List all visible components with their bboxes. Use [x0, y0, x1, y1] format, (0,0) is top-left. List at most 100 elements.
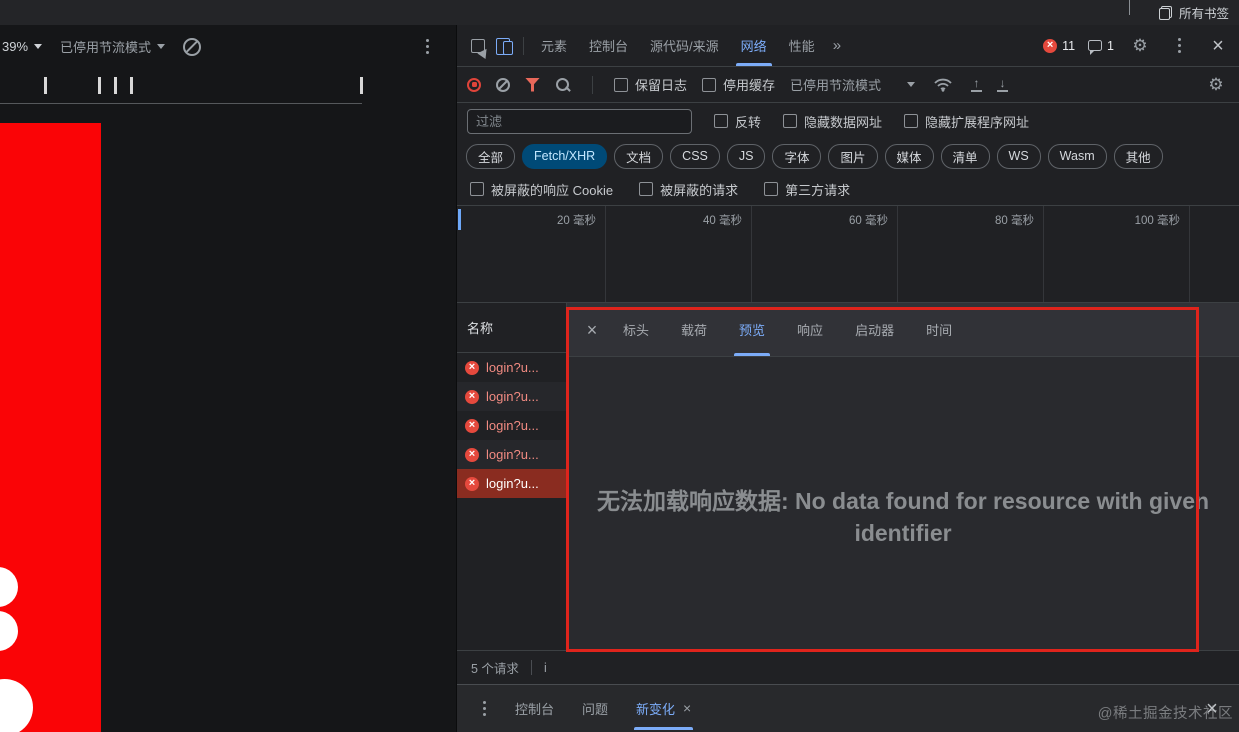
request-name: login?u... — [486, 476, 539, 491]
ruler-tick — [130, 77, 133, 94]
record-network-log-button[interactable] — [467, 77, 481, 92]
preserve-log-checkbox[interactable]: 保留日志 — [614, 75, 687, 94]
invert-filter-checkbox[interactable]: 反转 — [714, 112, 761, 131]
details-tab-preview[interactable]: 预览 — [725, 303, 779, 356]
filter-toggle-button[interactable] — [525, 77, 540, 92]
tab-network[interactable]: 网络 — [730, 25, 778, 66]
filter-chip-manifest[interactable]: 清单 — [940, 143, 990, 169]
details-tab-headers[interactable]: 标头 — [609, 303, 663, 356]
drawer-tab-label: 控制台 — [515, 702, 555, 717]
disable-cache-checkbox[interactable]: 停用缓存 — [702, 75, 775, 94]
error-count-badge[interactable]: 11 — [1043, 38, 1075, 53]
name-column-header[interactable]: 名称 — [457, 303, 566, 353]
close-details-button[interactable] — [579, 317, 605, 343]
tab-label: 控制台 — [589, 39, 629, 54]
tabbar-right-group: 11 1 — [1043, 33, 1231, 59]
filter-chip-wasm[interactable]: Wasm — [1047, 143, 1107, 169]
timeline-tick-label: 20 毫秒 — [557, 215, 596, 227]
third-party-checkbox[interactable]: 第三方请求 — [764, 180, 850, 199]
details-tab-timing[interactable]: 时间 — [912, 303, 966, 356]
hide-extension-urls-checkbox[interactable]: 隐藏扩展程序网址 — [904, 112, 1029, 131]
details-tab-response[interactable]: 响应 — [783, 303, 837, 356]
filter-chip-js[interactable]: JS — [726, 143, 766, 169]
tab-sources[interactable]: 源代码/来源 — [639, 25, 730, 66]
network-settings-button[interactable] — [1203, 72, 1229, 98]
more-tabs-button[interactable]: » — [826, 25, 848, 66]
error-icon — [465, 476, 479, 491]
request-row-selected[interactable]: login?u... — [457, 469, 566, 498]
blocked-filter-row: 被屏蔽的响应 Cookie 被屏蔽的请求 第三方请求 — [457, 173, 1239, 206]
details-tab-payload[interactable]: 载荷 — [667, 303, 721, 356]
filter-input[interactable] — [467, 108, 692, 134]
clear-network-log-button[interactable] — [496, 77, 510, 92]
import-har-button[interactable] — [971, 78, 983, 92]
filter-chip-css[interactable]: CSS — [670, 143, 720, 169]
request-row[interactable]: login?u... — [457, 353, 566, 382]
preserve-log-label: 保留日志 — [635, 78, 688, 93]
drawer-tab-issues[interactable]: 问题 — [572, 693, 618, 724]
request-row[interactable]: login?u... — [457, 411, 566, 440]
throttling-value: 已停用节流模式 — [790, 78, 882, 93]
filter-chip-other[interactable]: 其他 — [1113, 143, 1163, 169]
zoom-select[interactable]: 39% — [2, 39, 43, 54]
blocked-requests-checkbox[interactable]: 被屏蔽的请求 — [639, 180, 738, 199]
throttling-disabled-icon — [183, 37, 202, 56]
timeline-gridline — [1189, 206, 1190, 302]
browser-top-strip: 所有书签 — [0, 0, 1239, 25]
network-filter-row: 反转 隐藏数据网址 隐藏扩展程序网址 — [457, 103, 1239, 139]
devtools-tabbar: 元素 控制台 源代码/来源 网络 性能 » 11 1 — [457, 25, 1239, 67]
details-tabbar: 标头 载荷 预览 响应 启动器 时间 — [567, 303, 1239, 357]
filter-chip-media[interactable]: 媒体 — [884, 143, 934, 169]
network-overview-timeline[interactable]: 20 毫秒 40 毫秒 60 毫秒 80 毫秒 100 毫秒 — [457, 206, 1239, 303]
toolbar-divider — [523, 36, 524, 55]
filter-chip-img[interactable]: 图片 — [828, 143, 878, 169]
resource-type-chips: 全部 Fetch/XHR 文档 CSS JS 字体 图片 媒体 清单 WS Wa… — [457, 139, 1239, 173]
vertical-dots-icon — [1177, 44, 1181, 47]
drawer-tab-whats-new[interactable]: 新变化 — [626, 693, 701, 730]
details-tab-initiator[interactable]: 启动器 — [841, 303, 908, 356]
tab-label: 性能 — [788, 39, 815, 54]
filter-chip-fetch-xhr[interactable]: Fetch/XHR — [522, 143, 608, 169]
toggle-device-toolbar-button[interactable] — [491, 33, 517, 59]
tab-elements[interactable]: 元素 — [530, 25, 578, 66]
request-row[interactable]: login?u... — [457, 440, 566, 469]
search-button[interactable] — [555, 77, 571, 93]
ruler-line — [0, 103, 362, 104]
ruler-tick — [114, 77, 117, 94]
page-shape — [0, 679, 33, 732]
close-tab-icon[interactable] — [683, 701, 691, 716]
filter-chip-ws[interactable]: WS — [996, 143, 1041, 169]
network-throttling-select[interactable]: 已停用节流模式 — [790, 75, 916, 94]
error-icon — [465, 447, 479, 462]
drawer-menu-button[interactable] — [471, 696, 497, 722]
ruler-tick — [44, 77, 47, 94]
settings-button[interactable] — [1127, 33, 1153, 59]
close-devtools-button[interactable] — [1205, 33, 1231, 59]
tab-console[interactable]: 控制台 — [578, 25, 639, 66]
export-har-button[interactable] — [997, 78, 1009, 92]
inspect-element-button[interactable] — [465, 33, 491, 59]
invert-label: 反转 — [735, 114, 762, 130]
network-toolbar: 保留日志 停用缓存 已停用节流模式 — [457, 67, 1239, 103]
hide-data-urls-checkbox[interactable]: 隐藏数据网址 — [783, 112, 882, 131]
drawer-tab-label: 新变化 — [636, 702, 676, 717]
drawer-tab-console[interactable]: 控制台 — [505, 693, 564, 724]
chevron-down-icon — [157, 44, 166, 49]
filter-chip-doc[interactable]: 文档 — [614, 143, 664, 169]
network-conditions-button[interactable] — [930, 72, 956, 98]
request-name: login?u... — [486, 360, 539, 375]
device-throttling-select[interactable]: 已停用节流模式 — [60, 37, 166, 56]
devtools-menu-button[interactable] — [1166, 33, 1192, 59]
issue-count-badge[interactable]: 1 — [1088, 39, 1114, 55]
blocked-cookies-checkbox[interactable]: 被屏蔽的响应 Cookie — [470, 180, 613, 199]
filter-chip-font[interactable]: 字体 — [772, 143, 822, 169]
timeline-tick-label: 80 毫秒 — [995, 215, 1034, 227]
checkbox-icon — [714, 114, 728, 128]
filter-chip-all[interactable]: 全部 — [466, 143, 516, 169]
status-divider — [530, 660, 532, 675]
device-toolbar-menu-button[interactable] — [416, 36, 438, 58]
zoom-value: 39% — [2, 39, 29, 54]
tab-performance[interactable]: 性能 — [778, 25, 826, 66]
request-row[interactable]: login?u... — [457, 382, 566, 411]
all-bookmarks-button[interactable]: 所有书签 — [1158, 3, 1229, 22]
